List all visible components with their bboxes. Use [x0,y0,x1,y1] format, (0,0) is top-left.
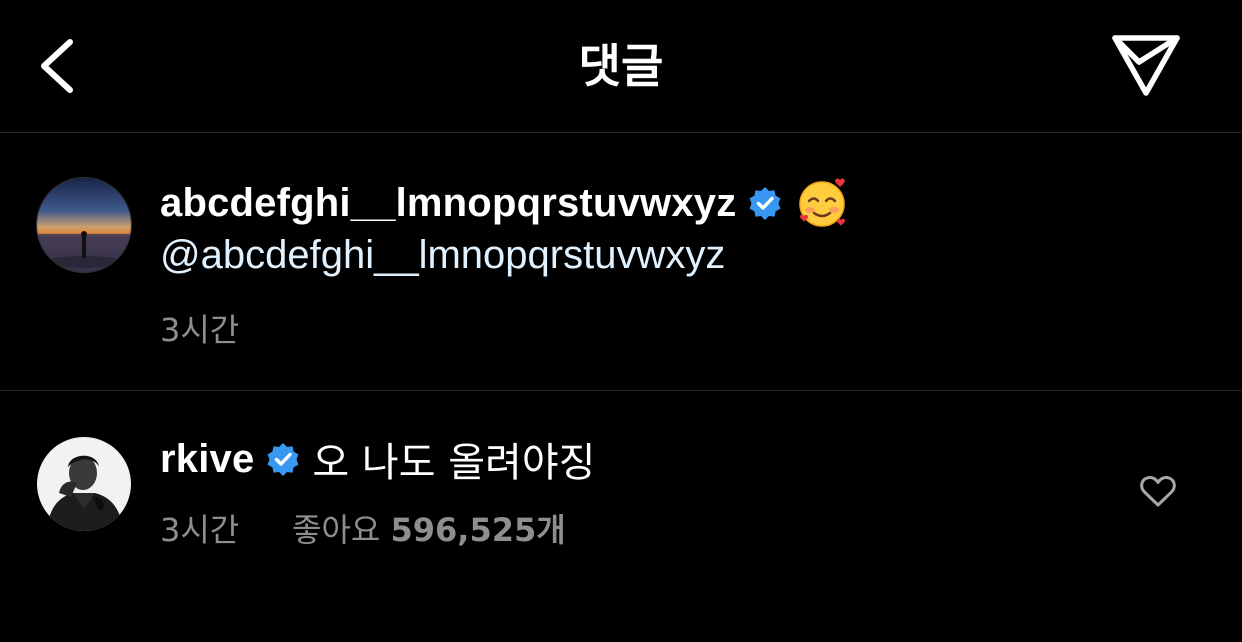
page-title: 댓글 [578,39,664,93]
avatar[interactable] [37,178,131,272]
comment-item: rkive 오 나도 올려야징 3시간 좋아요 596,525개 [0,391,1242,642]
paper-plane-icon [1112,35,1180,96]
comment-username[interactable]: rkive [160,437,254,482]
avatar[interactable] [37,437,131,531]
likes-label: 좋아요 [292,511,381,549]
caption-mention-link[interactable]: @abcdefghi__lmnopqrstuvwxyz [160,233,725,278]
comment-text: 오 나도 올려야징 [312,440,596,486]
likes-count: 596,525개 [390,511,566,549]
portrait-avatar-image [37,437,131,531]
comment-body: rkive 오 나도 올려야징 [160,433,596,487]
comment-timestamp: 3시간 [160,511,240,549]
heart-outline-icon [1140,476,1176,507]
post-caption: abcdefghi__lmnopqrstuvwxyz @abcdefghi__l… [0,133,1242,391]
comment-likes-button[interactable]: 좋아요 596,525개 [292,505,566,551]
top-bar: 댓글 [0,0,1242,133]
verified-badge-icon [266,442,300,476]
share-button[interactable] [1108,30,1184,102]
caption-header: abcdefghi__lmnopqrstuvwxyz [160,177,850,229]
caption-timestamp: 3시간 [160,311,240,349]
caption-username[interactable]: abcdefghi__lmnopqrstuvwxyz [160,181,736,226]
sunset-photo-avatar-image [37,178,131,272]
like-comment-button[interactable] [1138,471,1178,511]
smiling-face-with-hearts-emoji [796,176,850,230]
verified-badge-icon [748,186,782,220]
